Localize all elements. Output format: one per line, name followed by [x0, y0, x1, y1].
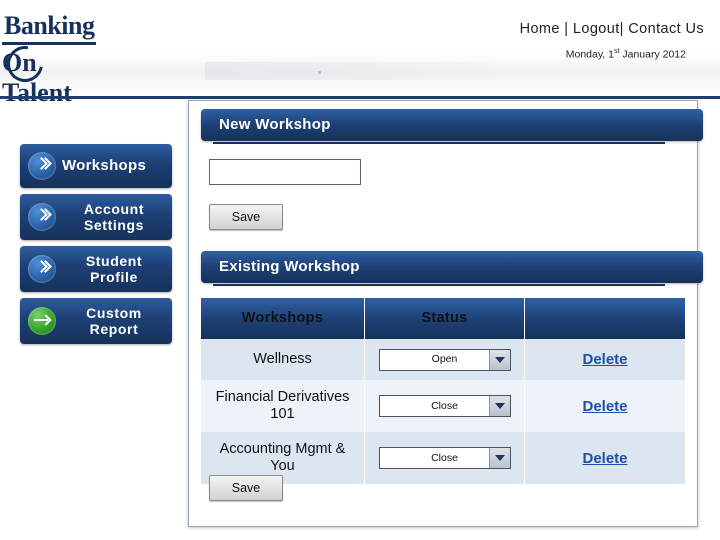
status-select[interactable]: Close — [378, 395, 511, 417]
workshop-name-text: Financial Derivatives 101 — [215, 389, 350, 422]
delete-link[interactable]: Delete — [582, 398, 627, 415]
page-content: Workshops Account Settings Student Profi… — [0, 100, 720, 540]
workshops-table: Workshops Status Wellness Open Delete Fi… — [201, 298, 685, 484]
workshop-name-text: Accounting Mgmt & You — [219, 441, 346, 474]
cell-action: Delete — [525, 380, 685, 432]
workshop-name-text: Wellness — [253, 351, 312, 367]
chevron-down-icon[interactable] — [488, 349, 510, 370]
chevron-circle-icon — [28, 255, 56, 283]
arrow-circle-icon — [28, 307, 56, 335]
column-header-status: Status — [365, 298, 525, 339]
chevron-down-icon[interactable] — [488, 448, 510, 468]
main-panel: New Workshop Save Existing Workshop Work… — [188, 100, 703, 527]
nav-link-logout[interactable]: Logout| — [573, 21, 624, 37]
logo-text-banking: Banking — [2, 10, 97, 45]
existing-workshop-save-button[interactable]: Save — [209, 475, 283, 501]
sidebar-item-label: Account Settings — [83, 201, 145, 233]
table-row: Wellness Open Delete — [201, 339, 685, 380]
sidebar-item-label: Student Profile — [85, 253, 143, 285]
logo-text-ontalent: On Talent — [2, 48, 72, 107]
cell-workshop-name: Financial Derivatives 101 — [201, 380, 365, 432]
sidebar-item-student-profile[interactable]: Student Profile — [20, 246, 172, 292]
cell-status: Close — [365, 432, 525, 484]
section-underline-new-workshop — [213, 142, 665, 144]
chevron-circle-icon — [28, 203, 56, 231]
status-select-value: Close — [431, 451, 458, 464]
cell-status: Open — [365, 339, 525, 380]
sidebar-item-workshops[interactable]: Workshops — [20, 144, 172, 188]
sidebar-item-account-settings[interactable]: Account Settings — [20, 194, 172, 240]
page-header: Banking On Talent Home | Logout| Contact… — [0, 0, 720, 107]
table-header-row: Workshops Status — [201, 298, 685, 339]
header-decorative-dot — [318, 71, 321, 74]
nav-link-home[interactable]: Home — [520, 21, 560, 37]
sidebar-item-custom-report[interactable]: Custom Report — [20, 298, 172, 344]
status-select-value: Close — [431, 399, 458, 412]
cell-action: Delete — [525, 432, 685, 484]
nav-link-contact-us[interactable]: Contact Us — [628, 21, 704, 37]
date-prefix: Monday, 1 — [565, 48, 614, 61]
delete-link[interactable]: Delete — [582, 351, 627, 368]
table-row: Financial Derivatives 101 Close Delete — [201, 380, 685, 432]
column-header-workshops: Workshops — [201, 298, 365, 339]
sidebar: Workshops Account Settings Student Profi… — [20, 144, 172, 350]
section-underline-existing-workshop — [213, 284, 665, 286]
delete-link[interactable]: Delete — [582, 450, 627, 467]
new-workshop-name-input[interactable] — [209, 159, 361, 185]
cell-status: Close — [365, 380, 525, 432]
sidebar-item-label: Workshops — [62, 157, 147, 174]
sidebar-item-label: Custom Report — [86, 305, 142, 337]
cell-workshop-name: Wellness — [201, 339, 365, 380]
status-select-value: Open — [431, 353, 458, 365]
header-divider — [0, 96, 720, 99]
top-navigation: Home | Logout| Contact Us — [520, 21, 704, 37]
cell-action: Delete — [525, 339, 685, 380]
status-select[interactable]: Open — [378, 348, 511, 371]
site-logo[interactable]: Banking On Talent — [0, 8, 110, 107]
section-header-existing-workshop: Existing Workshop — [201, 251, 703, 283]
new-workshop-save-button[interactable]: Save — [209, 204, 283, 230]
current-date: Monday, 1st January 2012 — [566, 48, 686, 61]
column-header-actions — [525, 298, 685, 339]
date-suffix: January 2012 — [619, 48, 686, 61]
section-header-new-workshop: New Workshop — [201, 109, 703, 141]
nav-separator: | — [564, 21, 569, 37]
header-decorative-band — [205, 62, 495, 80]
chevron-down-icon[interactable] — [488, 396, 510, 416]
status-select[interactable]: Close — [378, 447, 511, 469]
chevron-circle-icon — [28, 152, 56, 180]
